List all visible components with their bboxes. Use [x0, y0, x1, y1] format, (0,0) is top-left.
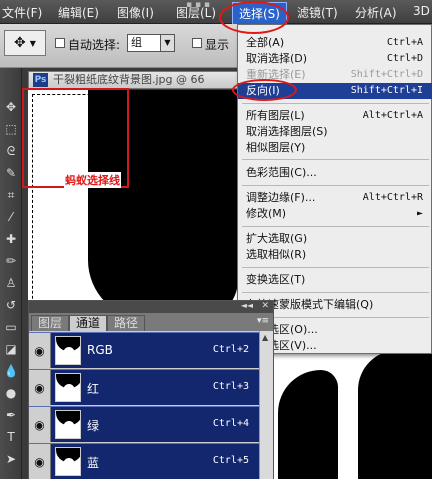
type-tool-icon[interactable]: T: [2, 428, 20, 446]
menu-3d[interactable]: 3D: [413, 4, 430, 18]
dodge-tool-icon[interactable]: ●: [2, 384, 20, 402]
eyedropper-tool-icon[interactable]: ⁄: [2, 208, 20, 226]
highlight-ellipse-inverse: [232, 79, 297, 101]
quick-select-tool-icon[interactable]: ✎: [2, 164, 20, 182]
menu-item-similar-layers[interactable]: 相似图层(Y): [238, 140, 432, 156]
highlight-ellipse-select-menu: [219, 1, 289, 34]
channel-row-blue[interactable]: ◉ 蓝 Ctrl+5: [29, 443, 273, 479]
menu-item-transform-selection[interactable]: 变换选区(T): [238, 272, 432, 288]
menu-item-color-range[interactable]: 色彩范围(C)...: [238, 165, 432, 181]
menu-item-deselect[interactable]: 取消选择(D) Ctrl+D: [238, 51, 432, 67]
channel-shortcut: Ctrl+5: [212, 455, 249, 466]
menu-filter[interactable]: 滤镜(T): [297, 4, 338, 21]
auto-select-label: 自动选择:: [68, 38, 121, 52]
photoshop-file-icon: Ps: [33, 73, 48, 87]
menu-separator: [242, 185, 429, 186]
panel-tabs: 图层 通道 路径 ▾≡: [29, 313, 273, 331]
annotation-label: 蚂蚁选择线: [64, 172, 121, 188]
menu-item-similar[interactable]: 选取相似(R): [238, 247, 432, 263]
paint-bucket-tool-icon[interactable]: ◪: [2, 340, 20, 358]
menu-item-all-layers[interactable]: 所有图层(L) Alt+Ctrl+A: [238, 108, 432, 124]
crop-tool-icon[interactable]: ⌗: [2, 186, 20, 204]
menu-item-grow[interactable]: 扩大选取(G): [238, 231, 432, 247]
shoulder-dark-region: [278, 370, 338, 479]
panel-menu-icon[interactable]: ▾≡: [257, 316, 269, 326]
eraser-tool-icon[interactable]: ▭: [2, 318, 20, 336]
menu-item-modify[interactable]: 修改(M) ►: [238, 206, 432, 222]
marquee-tool-icon[interactable]: ⬚: [2, 120, 20, 138]
channel-shortcut: Ctrl+3: [212, 381, 249, 392]
visibility-eye-icon[interactable]: ◉: [29, 370, 51, 405]
history-brush-tool-icon[interactable]: ↺: [2, 296, 20, 314]
channel-name: RGB: [87, 343, 113, 357]
menu-separator: [242, 226, 429, 227]
menu-separator: [242, 159, 429, 160]
panel-scrollbar[interactable]: ▲: [259, 331, 273, 479]
document-title: 干裂粗纸底纹背景图.jpg @ 66: [53, 73, 205, 86]
channels-panel: ◄◄ ✕ 图层 通道 路径 ▾≡ ◉ RGB Ctrl+2 ◉ 红 Ctrl+3…: [28, 300, 274, 479]
visibility-eye-icon[interactable]: ◉: [29, 444, 51, 479]
panel-header: ◄◄ ✕: [29, 301, 273, 313]
channel-shortcut: Ctrl+4: [212, 418, 249, 429]
menu-file[interactable]: 文件(F): [2, 4, 42, 21]
channel-shortcut: Ctrl+2: [212, 344, 249, 355]
menu-bar: ▪ ▪ ▪ 文件(F) 编辑(E) 图像(I) 图层(L) 选择(S) 滤镜(T…: [0, 0, 432, 25]
visibility-eye-icon[interactable]: ◉: [29, 333, 51, 368]
lasso-tool-icon[interactable]: ᘓ: [2, 142, 20, 160]
menu-item-deselect-layers[interactable]: 取消选择图层(S): [238, 124, 432, 140]
channel-name: 红: [87, 382, 100, 396]
channel-row-red[interactable]: ◉ 红 Ctrl+3: [29, 369, 273, 405]
channel-thumbnail: [55, 447, 81, 476]
show-transform-label: 显示: [205, 38, 230, 52]
hair-bottom-right-region: [358, 350, 432, 479]
channel-name: 蓝: [87, 456, 100, 470]
menu-image[interactable]: 图像(I): [117, 4, 154, 21]
menu-separator: [242, 292, 429, 293]
menu-item-refine-edge[interactable]: 调整边缘(F)... Alt+Ctrl+R: [238, 190, 432, 206]
move-tool-icon[interactable]: ✥: [2, 98, 20, 116]
brush-tool-icon[interactable]: ✏: [2, 252, 20, 270]
tool-preset-picker[interactable]: ✥ ▼: [4, 30, 46, 56]
scroll-up-icon[interactable]: ▲: [262, 333, 268, 342]
clone-stamp-tool-icon[interactable]: ♙: [2, 274, 20, 292]
tools-panel: ✥ ⬚ ᘓ ✎ ⌗ ⁄ ✚ ✏ ♙ ↺ ▭ ◪ 💧 ● ✒ T ➤: [0, 68, 22, 479]
tab-layers[interactable]: 图层: [31, 315, 70, 331]
dropdown-arrow-icon: ▼: [160, 35, 174, 51]
auto-select-value: 组: [131, 36, 142, 49]
channel-thumbnail: [55, 336, 81, 365]
channel-row-green[interactable]: ◉ 绿 Ctrl+4: [29, 406, 273, 442]
path-select-tool-icon[interactable]: ➤: [2, 450, 20, 468]
menu-layer[interactable]: 图层(L): [176, 4, 216, 21]
tab-channels[interactable]: 通道: [69, 315, 108, 331]
channel-row-rgb[interactable]: ◉ RGB Ctrl+2: [29, 332, 273, 368]
show-transform-checkbox[interactable]: [192, 38, 202, 48]
auto-select-checkbox[interactable]: [55, 38, 65, 48]
collapse-icon[interactable]: ◄◄: [241, 301, 253, 310]
channel-thumbnail: [55, 410, 81, 439]
pen-tool-icon[interactable]: ✒: [2, 406, 20, 424]
menu-separator: [242, 267, 429, 268]
close-icon[interactable]: ✕: [261, 301, 269, 311]
menu-separator: [242, 103, 429, 104]
auto-select-dropdown[interactable]: 组 ▼: [127, 34, 175, 52]
channel-thumbnail: [55, 373, 81, 402]
channel-name: 绿: [87, 419, 100, 433]
visibility-eye-icon[interactable]: ◉: [29, 407, 51, 442]
move-tool-icon: ✥: [14, 35, 26, 51]
menu-analysis[interactable]: 分析(A): [355, 4, 397, 21]
healing-brush-tool-icon[interactable]: ✚: [2, 230, 20, 248]
tab-paths[interactable]: 路径: [107, 315, 146, 331]
submenu-arrow-icon: ►: [416, 208, 423, 219]
menu-item-all[interactable]: 全部(A) Ctrl+A: [238, 35, 432, 51]
menu-edit[interactable]: 编辑(E): [58, 4, 99, 21]
blur-tool-icon[interactable]: 💧: [2, 362, 20, 380]
chevron-down-icon: ▼: [29, 38, 36, 48]
